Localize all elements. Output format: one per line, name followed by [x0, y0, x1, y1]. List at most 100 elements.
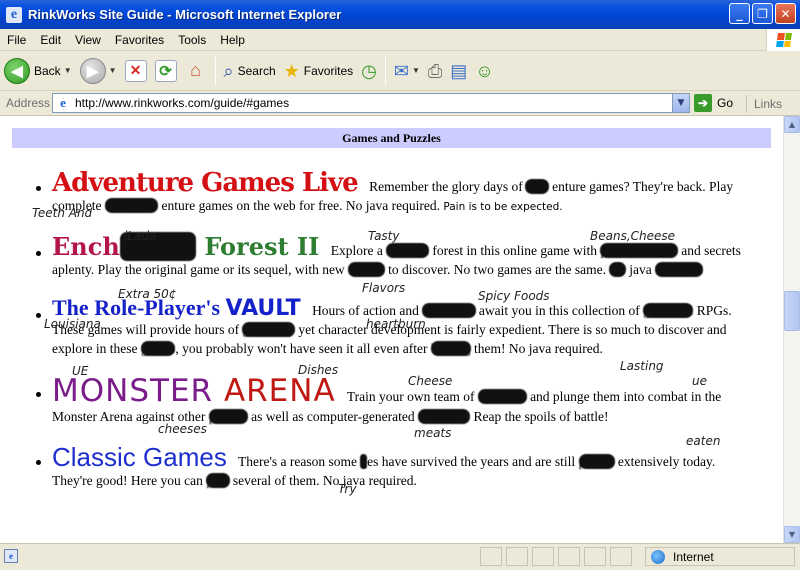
handwritten-note: UE	[72, 364, 89, 378]
game-text: as well as computer-generated	[251, 409, 415, 424]
handwritten-note: Try	[338, 482, 357, 496]
ie-icon: e	[6, 6, 22, 23]
go-button[interactable]: ➔ Go	[694, 94, 733, 112]
scroll-up-icon[interactable]: ▲	[784, 116, 800, 133]
game-text: java	[629, 262, 652, 277]
favorites-label: Favorites	[303, 63, 354, 78]
minimize-button[interactable]: _	[729, 3, 750, 24]
stop-icon: ✕	[124, 59, 147, 82]
links-label: Links	[754, 97, 783, 111]
adventure-games-live-logo[interactable]: Adventure Games Live	[52, 170, 359, 196]
status-panel	[480, 547, 502, 566]
scribble-blot: players	[208, 409, 248, 424]
logo-text: Role-Player's	[94, 295, 221, 320]
scribble-blot: games	[140, 341, 176, 356]
handwritten-note: Tasty	[368, 229, 400, 243]
address-bar: Address e http://www.rinkworks.com/guide…	[0, 91, 800, 116]
game-text: Train your own team of	[346, 389, 475, 404]
menu-edit[interactable]: Edit	[33, 33, 68, 47]
handwritten-note: eaten	[686, 434, 721, 448]
stop-button[interactable]: ✕	[121, 54, 151, 88]
game-text: enture games on the web for free. No jav…	[161, 198, 440, 213]
scroll-down-icon[interactable]: ▼	[784, 526, 800, 543]
enchanted-forest-logo[interactable]: Enchanted Forest II	[52, 232, 320, 261]
back-button[interactable]: ◀ Back ▼	[0, 54, 76, 88]
window-title: RinkWorks Site Guide - Microsoft Interne…	[28, 7, 342, 22]
status-bar: e Internet	[0, 543, 800, 570]
handwritten-note: Pain is to be expected.	[443, 201, 563, 213]
logo-text: Forest II	[204, 232, 320, 261]
maximize-button[interactable]: ❐	[752, 3, 773, 24]
mail-dropdown-icon[interactable]: ▼	[412, 66, 420, 75]
go-arrow-icon: ➔	[694, 94, 712, 112]
print-button[interactable]: ⎙	[424, 54, 446, 88]
scribble-blot: adventure	[422, 303, 476, 318]
scribble-blot: required.	[655, 262, 704, 277]
scribble-blot: beating	[430, 341, 471, 356]
handwritten-note: meats	[414, 426, 452, 440]
game-text: to discover. No two games are the same.	[388, 262, 606, 277]
mail-button[interactable]: ✉ ▼	[390, 54, 424, 88]
handwritten-note: Spicy Foods	[478, 289, 550, 303]
logo-text: ARENA	[223, 373, 336, 409]
game-text: Remember the glory days of	[369, 179, 523, 194]
toolbar-separator	[384, 56, 386, 85]
game-text: several of them. No java required.	[232, 473, 417, 488]
edit-button[interactable]: ▤	[446, 54, 471, 88]
back-dropdown-icon[interactable]: ▼	[64, 66, 72, 75]
address-url[interactable]: http://www.rinkworks.com/guide/#games	[75, 96, 289, 110]
address-field[interactable]: e http://www.rinkworks.com/guide/#games …	[52, 93, 690, 113]
menu-file[interactable]: File	[0, 33, 33, 47]
scribble-blot: played	[578, 454, 615, 469]
menu-view[interactable]: View	[68, 33, 108, 47]
handwritten-note: heartburn	[366, 317, 426, 331]
forward-button[interactable]: ▶ ▼	[76, 54, 121, 88]
refresh-icon: ⟳	[154, 59, 177, 82]
close-button[interactable]: ✕	[775, 3, 796, 24]
links-toolbar[interactable]: Links	[746, 95, 782, 113]
security-zone[interactable]: Internet	[645, 547, 795, 566]
zone-label: Internet	[673, 549, 714, 564]
windows-logo-icon	[766, 29, 800, 51]
games-list: Adventure Games Live Remember the glory …	[0, 170, 770, 508]
menu-favorites[interactable]: Favorites	[108, 33, 171, 47]
star-icon: ★	[283, 60, 300, 81]
edit-page-icon: ▤	[450, 60, 468, 81]
handwritten-note: ue	[692, 374, 707, 388]
monster-arena-logo[interactable]: MONSTER ARENA	[52, 376, 336, 407]
search-label: Search	[237, 63, 276, 78]
go-label: Go	[717, 96, 734, 110]
favorites-button[interactable]: ★ Favorites	[280, 54, 358, 88]
home-icon: ⌂	[190, 60, 201, 80]
section-header: Games and Puzzles	[12, 128, 771, 148]
game-text: them! No java required.	[473, 341, 603, 356]
messenger-button[interactable]: ☺	[471, 54, 497, 88]
handwritten-note: Lasting	[620, 359, 664, 373]
links-separator	[746, 95, 747, 113]
status-panel	[532, 547, 554, 566]
history-icon: ◷	[361, 60, 377, 81]
classic-games-logo[interactable]: Classic Games	[52, 444, 227, 470]
status-panel	[506, 547, 528, 566]
menu-help[interactable]: Help	[213, 33, 252, 47]
toolbar-separator	[214, 56, 216, 85]
scroll-thumb[interactable]	[784, 291, 800, 331]
mail-icon: ✉	[393, 60, 409, 81]
forward-dropdown-icon[interactable]: ▼	[109, 66, 117, 75]
handwritten-note: Flavors	[362, 281, 406, 295]
menu-tools[interactable]: Tools	[171, 33, 213, 47]
scribble-blot: monsters.	[417, 409, 471, 424]
search-button[interactable]: ⌕ Search	[220, 54, 280, 88]
address-dropdown-icon[interactable]: ▼	[672, 94, 689, 112]
game-text: Reap the spoils of battle!	[473, 409, 609, 424]
scribble-blot: No	[609, 262, 626, 277]
scribble-blot: adventure	[104, 198, 159, 213]
list-item: MONSTER ARENA Train your own team of mon…	[0, 364, 770, 440]
back-label: Back	[34, 63, 61, 78]
handwritten-note: Beans,Cheese	[590, 229, 676, 243]
page-content: Games and Puzzles Adventure Games Live R…	[0, 116, 783, 543]
vertical-scrollbar[interactable]: ▲ ▼	[783, 116, 800, 543]
home-button[interactable]: ⌂	[181, 54, 211, 88]
history-button[interactable]: ◷	[357, 54, 381, 88]
refresh-button[interactable]: ⟳	[151, 54, 181, 88]
